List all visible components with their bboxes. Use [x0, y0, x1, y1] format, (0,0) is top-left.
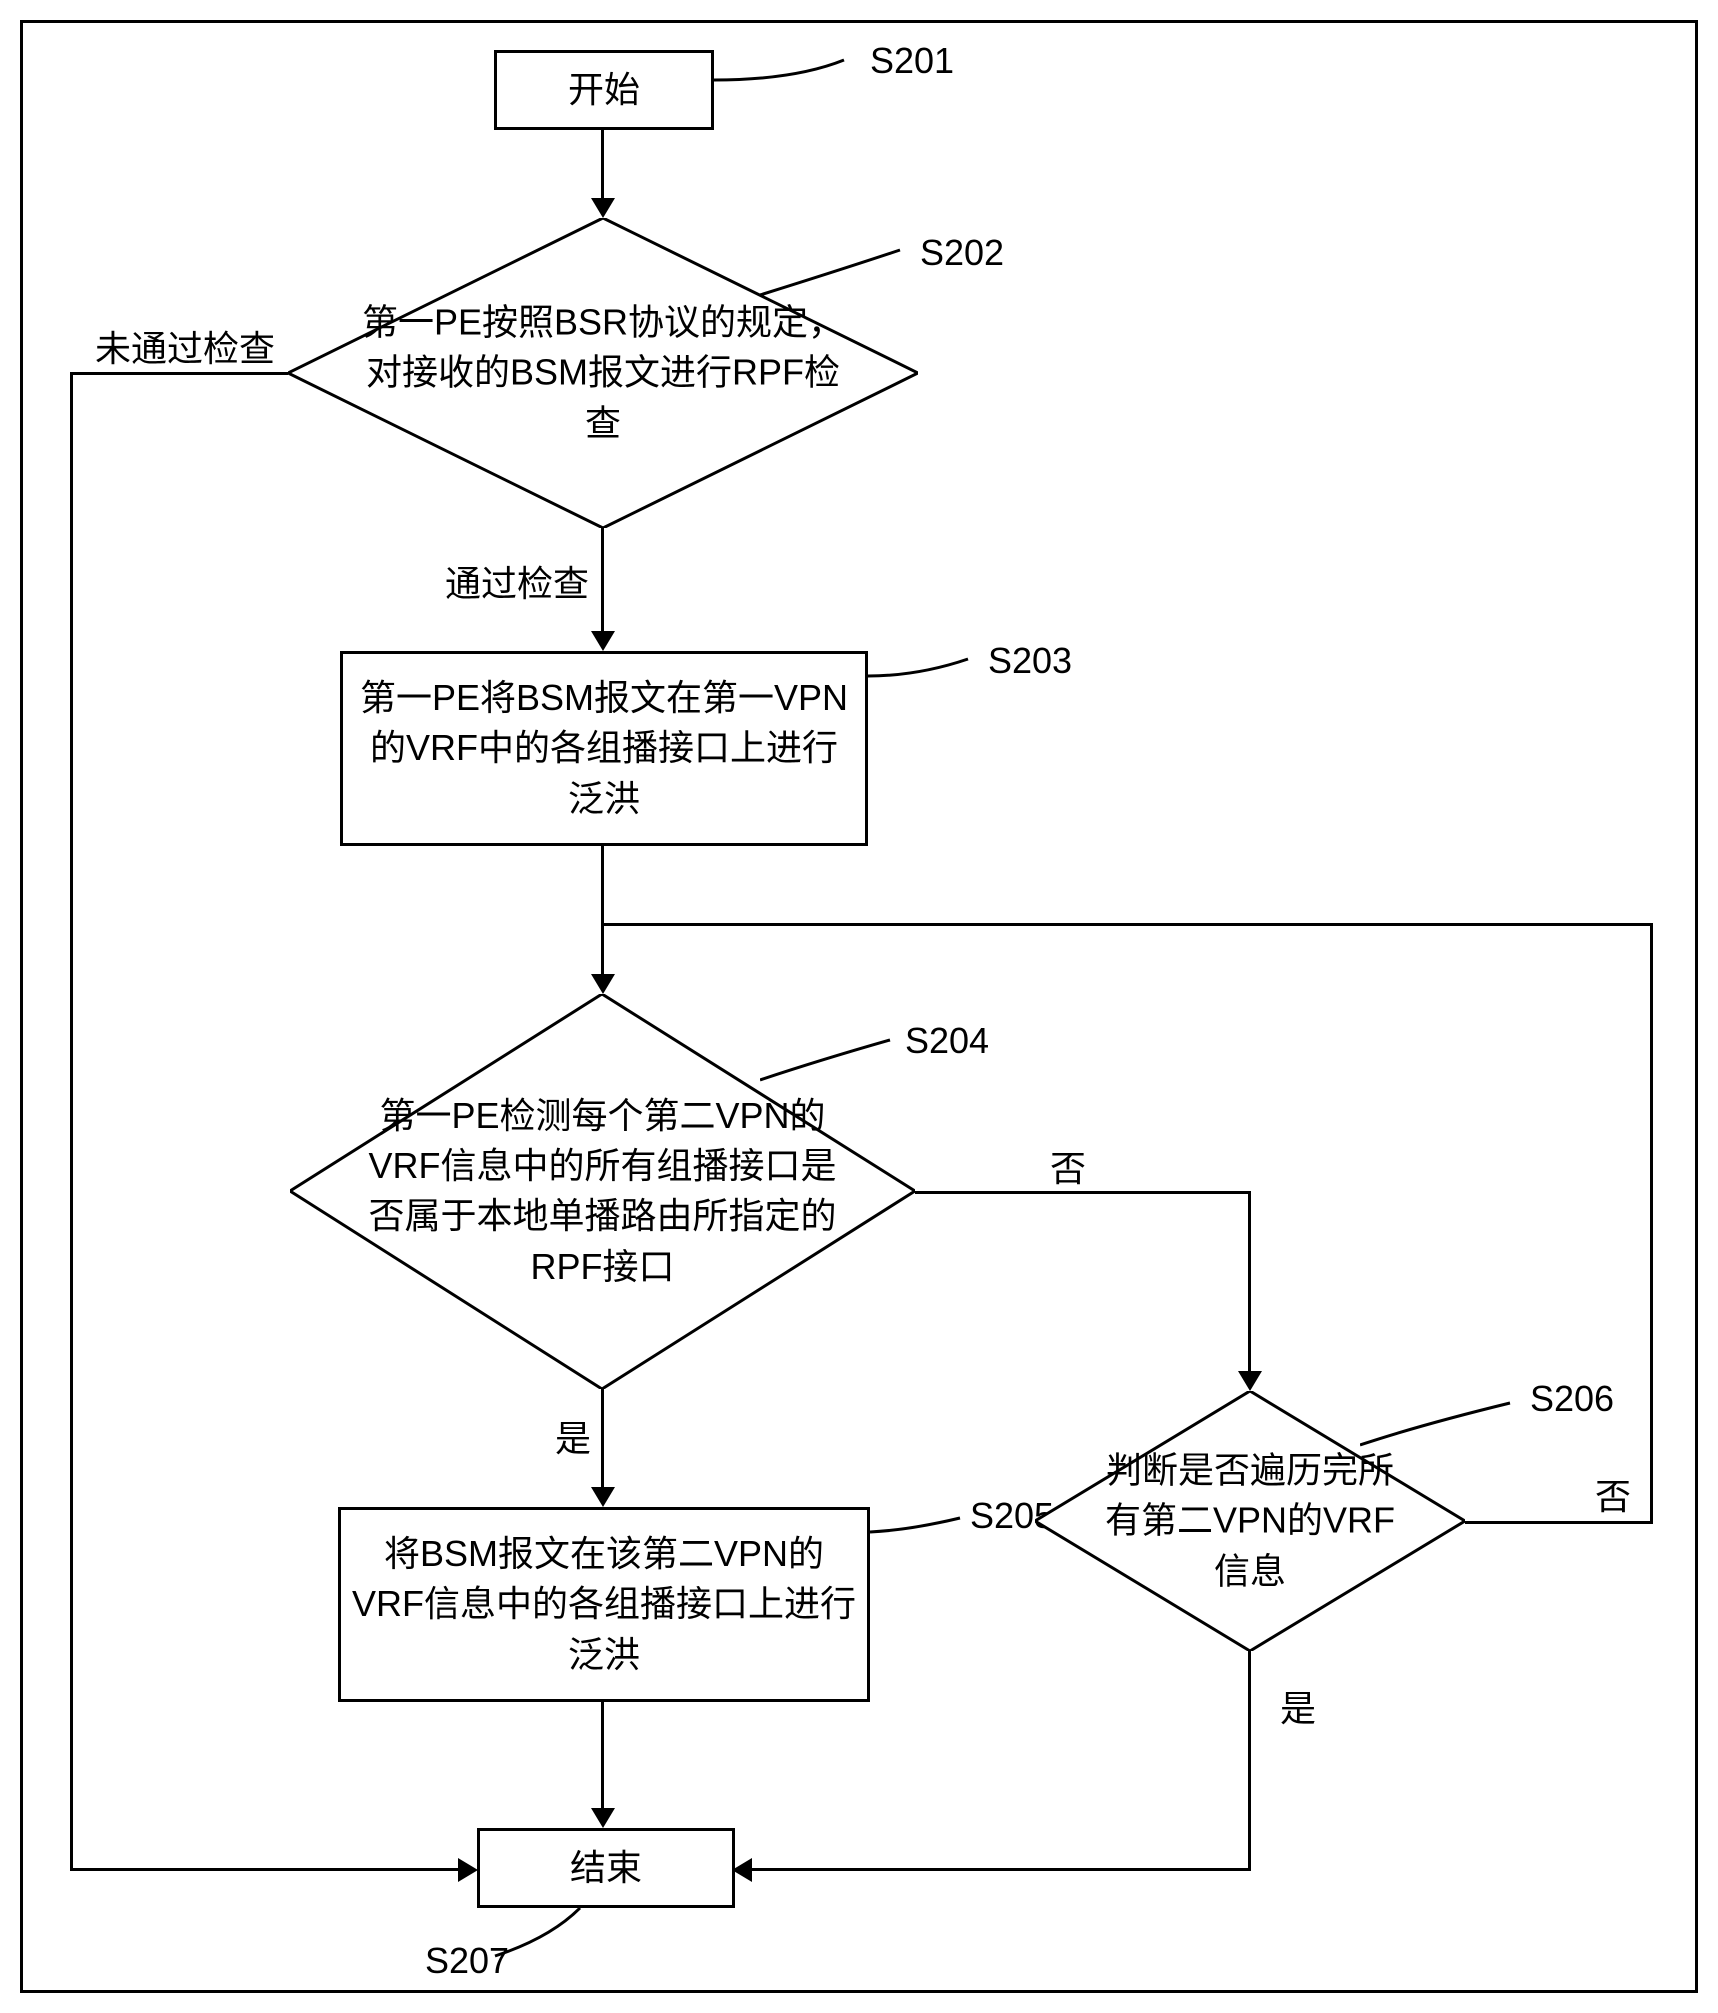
arrow-s204-s205-head [591, 1487, 615, 1507]
line-s204-no-h [915, 1191, 1250, 1194]
arrow-s206-yes-head [732, 1858, 752, 1882]
s201-label: S201 [870, 40, 954, 82]
end-box: 结束 [477, 1828, 735, 1908]
s205-text: 将BSM报文在该第二VPN的VRF信息中的各组播接口上进行泛洪 [351, 1529, 857, 1680]
line-s204-no-v [1248, 1191, 1251, 1373]
arrow-s204-no-head [1238, 1371, 1262, 1391]
s203-text: 第一PE将BSM报文在第一VPN的VRF中的各组播接口上进行泛洪 [353, 673, 855, 824]
line-s206-yes-v [1248, 1651, 1251, 1871]
arrow-s205-end [601, 1702, 604, 1810]
arrow-s202-s203-head [591, 631, 615, 651]
s206-yes: 是 [1280, 1680, 1316, 1732]
arrow-s202-s203 [601, 528, 604, 633]
end-text: 结束 [570, 1843, 642, 1893]
line-s202-fail-h2 [70, 1868, 460, 1871]
s206-no: 否 [1595, 1468, 1631, 1520]
line-s206-no-out [1465, 1521, 1653, 1524]
s203-label: S203 [988, 640, 1072, 682]
arrow-s205-end-head [591, 1808, 615, 1828]
arrow-s204-s205 [601, 1389, 604, 1489]
arrow-start-s202-head [591, 198, 615, 218]
s206-label: S206 [1530, 1378, 1614, 1420]
s206-connector [1360, 1395, 1540, 1450]
s205-box: 将BSM报文在该第二VPN的VRF信息中的各组播接口上进行泛洪 [338, 1507, 870, 1702]
s203-connector [868, 651, 998, 701]
line-s206-yes-h [750, 1868, 1251, 1871]
line-s202-fail-h [70, 372, 288, 375]
s202-text: 第一PE按照BSR协议的规定，对接收的BSM报文进行RPF检查 [351, 297, 855, 448]
s202-pass: 通过检查 [445, 555, 589, 607]
s202-fail: 未通过检查 [95, 320, 275, 372]
s202-label: S202 [920, 232, 1004, 274]
line-s206-no-v [1650, 923, 1653, 1523]
s204-no: 否 [1050, 1140, 1086, 1192]
s203-box: 第一PE将BSM报文在第一VPN的VRF中的各组播接口上进行泛洪 [340, 651, 868, 846]
s204-yes: 是 [555, 1410, 591, 1462]
start-box: 开始 [494, 50, 714, 130]
arrow-start-s202 [601, 130, 604, 200]
s207-label: S207 [425, 1940, 509, 1982]
s206-text: 判断是否遍历完所有第二VPN的VRF信息 [1089, 1445, 1412, 1596]
arrow-s203-s204-head [591, 974, 615, 994]
arrow-s203-s204 [601, 846, 604, 976]
s204-text: 第一PE检测每个第二VPN的VRF信息中的所有组播接口是否属于本地单播路由所指定… [353, 1091, 853, 1293]
line-s206-no-h [601, 923, 1653, 926]
line-s202-fail-v [70, 372, 73, 1870]
s204-label: S204 [905, 1020, 989, 1062]
start-text: 开始 [568, 65, 640, 115]
arrow-s202-fail-head [458, 1858, 478, 1882]
